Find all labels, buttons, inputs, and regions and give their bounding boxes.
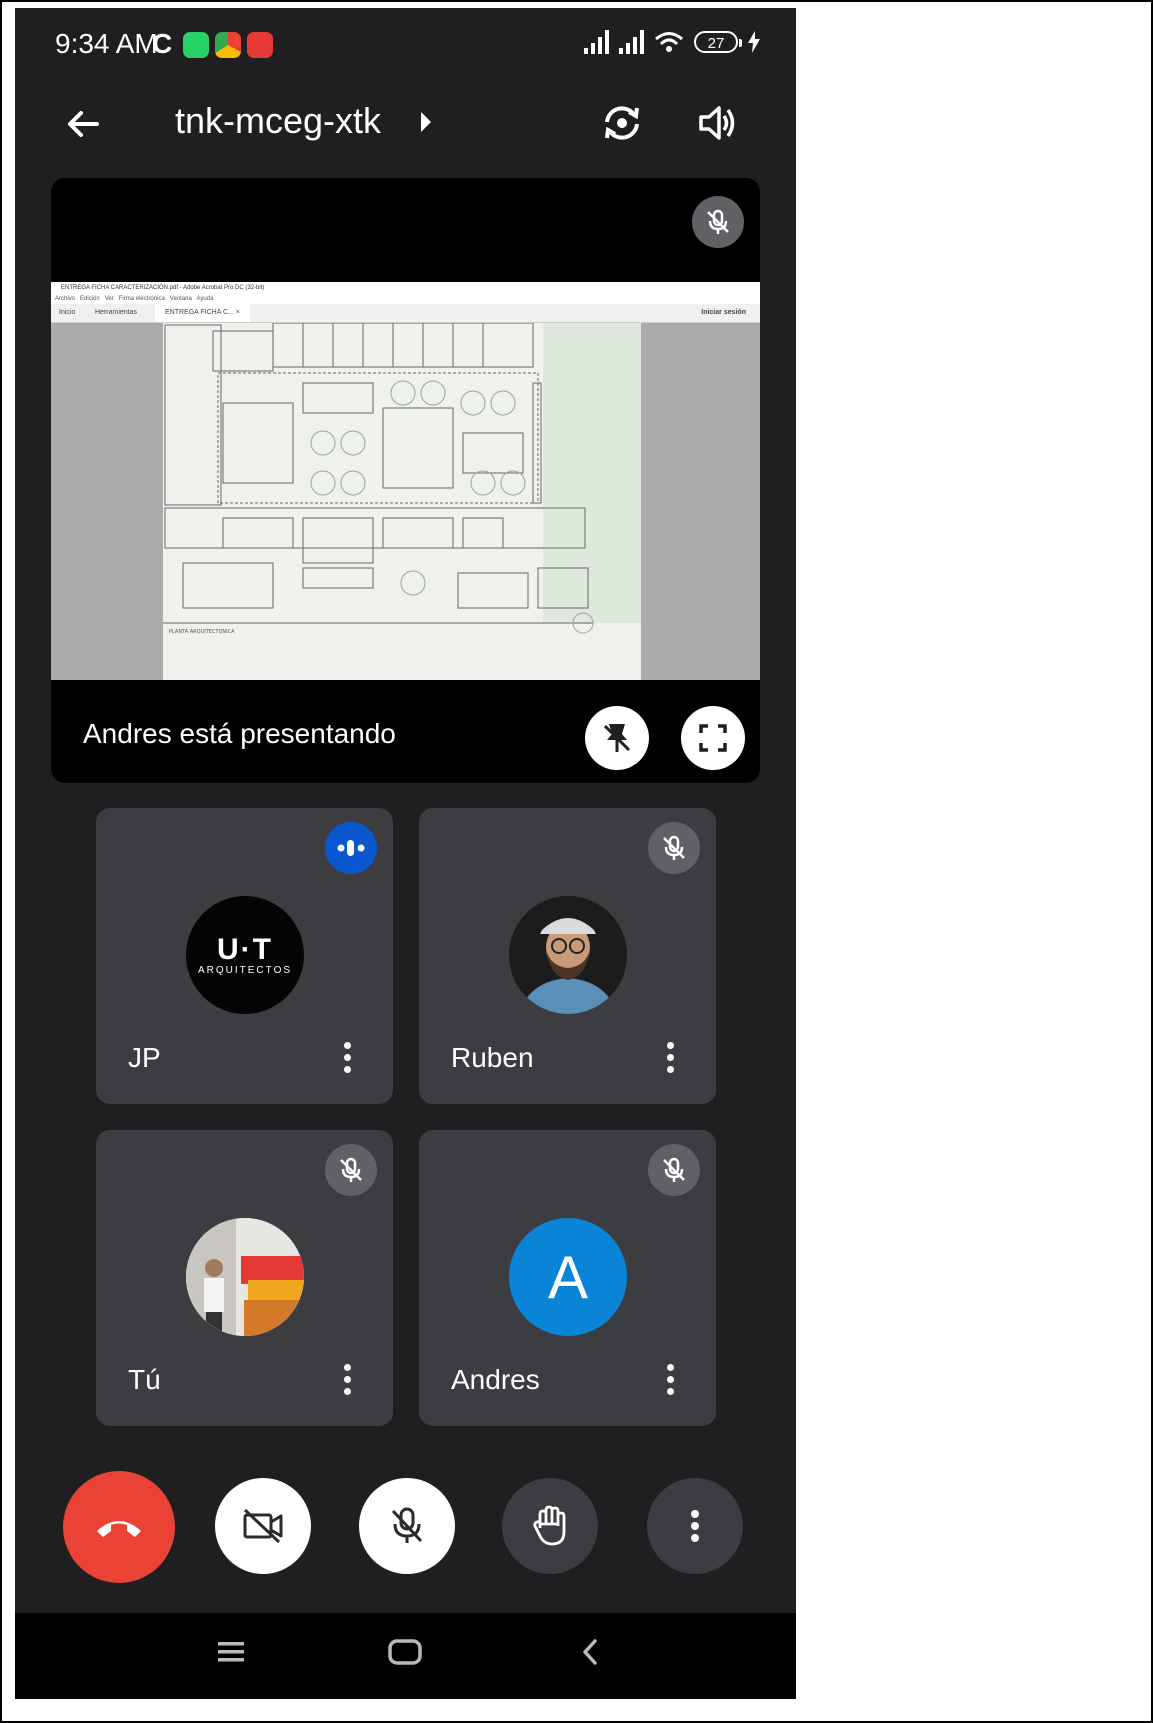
mic-off-icon	[663, 1157, 685, 1182]
presenter-label: Andres está presentando	[83, 718, 396, 749]
fullscreen-icon	[699, 724, 727, 752]
shared-menu-item: Ayuda	[196, 296, 214, 302]
presentation-footer: Andres está presentando	[51, 680, 760, 783]
avatar-logo-text: U·T	[217, 932, 273, 966]
raise-hand-button[interactable]	[502, 1478, 598, 1574]
mic-off-icon	[707, 209, 729, 234]
whatsapp-icon	[183, 32, 209, 58]
camera-toggle-button[interactable]	[215, 1478, 311, 1574]
mic-toggle-button[interactable]	[359, 1478, 455, 1574]
shared-screen: ENTREGA FICHA CARACTERIZACIÓN.pdf - Adob…	[51, 282, 760, 680]
status-indicator: C	[152, 28, 173, 59]
avatar: A	[509, 1218, 627, 1336]
caret-right-icon[interactable]	[421, 112, 431, 132]
app-notification-icon	[247, 32, 273, 58]
signal-icon	[619, 30, 644, 54]
shared-tabbar: Inicio Herramientas ENTREGA FICHA C... ×…	[51, 304, 760, 323]
presentation-tile[interactable]: ENTREGA FICHA CARACTERIZACIÓN.pdf - Adob…	[51, 178, 760, 783]
muted-badge	[648, 822, 700, 874]
shared-tab: Herramientas	[95, 309, 138, 316]
mic-off-icon	[391, 1507, 423, 1543]
speaking-badge	[325, 822, 377, 874]
shared-tab-active: ENTREGA FICHA C... ×	[155, 304, 250, 322]
profile-photo	[509, 896, 627, 1014]
fullscreen-button[interactable]	[681, 706, 745, 770]
participant-name: Tú	[128, 1364, 161, 1395]
call-controls	[15, 1463, 796, 1593]
home-icon[interactable]	[388, 1639, 422, 1665]
audio-level-icon	[337, 840, 365, 856]
speaker-icon[interactable]	[695, 100, 741, 146]
avatar	[186, 1218, 304, 1336]
shared-tab: Inicio	[59, 309, 76, 316]
muted-badge	[325, 1144, 377, 1196]
participant-tile[interactable]: Tú	[96, 1130, 393, 1426]
camera-off-icon	[243, 1508, 283, 1544]
more-vertical-icon	[691, 1510, 699, 1542]
mic-off-icon	[663, 835, 685, 860]
status-icons: 27	[584, 30, 760, 54]
more-options-icon[interactable]	[340, 1364, 354, 1400]
meeting-header: tnk-mceg-xtk	[15, 84, 796, 164]
participant-name: Andres	[451, 1364, 540, 1395]
presenter-muted-badge	[692, 196, 744, 248]
switch-camera-icon[interactable]	[599, 100, 645, 146]
unpin-icon	[603, 724, 631, 752]
more-options-icon[interactable]	[340, 1042, 354, 1078]
participant-tile[interactable]: U·T ARQUITECTOS JP	[96, 808, 393, 1104]
back-icon[interactable]	[582, 1639, 598, 1665]
status-bar: 9:34 AM C 27	[15, 8, 796, 78]
document-margin	[641, 323, 760, 680]
svg-text:PLANTA ARQUITECTONICA: PLANTA ARQUITECTONICA	[169, 629, 235, 635]
phone-hangup-icon	[97, 1521, 141, 1537]
muted-badge	[648, 1144, 700, 1196]
avatar-logo-subtext: ARQUITECTOS	[197, 964, 293, 976]
shared-menu-item: Firma electrónica	[118, 296, 165, 302]
shared-menubar: Archivo Edición Ver Firma electrónica Ve…	[51, 294, 760, 304]
meeting-code[interactable]: tnk-mceg-xtk	[175, 100, 381, 142]
avatar: U·T ARQUITECTOS	[186, 896, 304, 1014]
phone-screen: 9:34 AM C 27 tnk-mceg-xtk ENTREGA FICHA …	[15, 8, 796, 1699]
wifi-icon	[655, 32, 683, 52]
battery-icon: 27	[694, 31, 742, 53]
shared-menu-item: Ventana	[169, 296, 192, 302]
hand-icon	[533, 1505, 566, 1546]
menu-icon[interactable]	[218, 1641, 244, 1663]
shared-menu-item: Ver	[104, 296, 114, 302]
signal-icon	[584, 30, 609, 54]
charging-icon	[748, 31, 760, 53]
participant-name: JP	[128, 1042, 161, 1073]
participant-name: Ruben	[451, 1042, 534, 1073]
shared-sign-in: Iniciar sesión	[701, 309, 746, 316]
more-options-button[interactable]	[647, 1478, 743, 1574]
floor-plan-page: PLANTA ARQUITECTONICA	[163, 322, 641, 680]
avatar-letter: A	[547, 1243, 589, 1311]
chrome-icon	[215, 32, 241, 58]
shared-menu-item: Edición	[80, 296, 100, 302]
more-options-icon[interactable]	[663, 1364, 677, 1400]
participant-tile[interactable]: Ruben	[419, 808, 716, 1104]
back-arrow-icon[interactable]	[63, 104, 103, 144]
mic-off-icon	[340, 1157, 362, 1182]
profile-photo	[186, 1218, 304, 1336]
floor-plan-drawing: PLANTA ARQUITECTONICA	[163, 322, 641, 680]
status-time: 9:34 AM	[55, 28, 158, 59]
avatar	[509, 896, 627, 1014]
more-options-icon[interactable]	[663, 1042, 677, 1078]
document-margin	[51, 323, 163, 680]
hang-up-button[interactable]	[63, 1471, 175, 1583]
participant-tile[interactable]: A Andres	[419, 1130, 716, 1426]
unpin-button[interactable]	[585, 706, 649, 770]
system-navigation-bar	[15, 1613, 796, 1699]
shared-window-title: ENTREGA FICHA CARACTERIZACIÓN.pdf - Adob…	[51, 282, 760, 294]
shared-menu-item: Archivo	[55, 296, 76, 302]
